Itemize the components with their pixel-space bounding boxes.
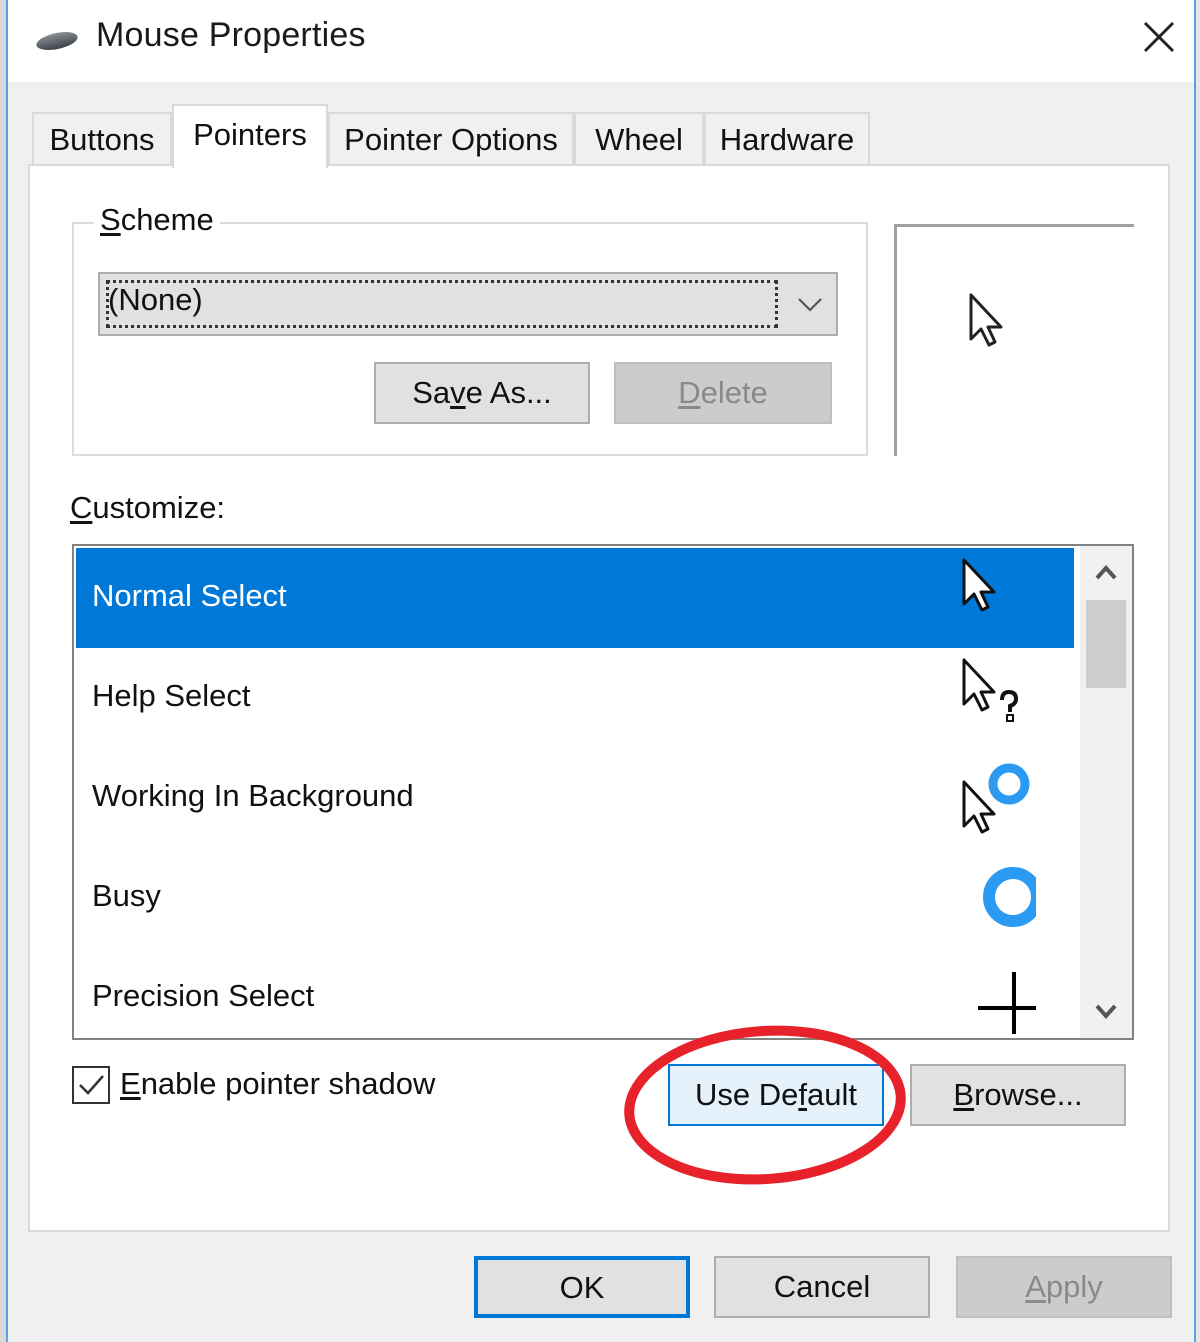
list-item-precision-select[interactable]: Precision Select xyxy=(76,948,1074,1038)
chevron-down-icon xyxy=(798,298,822,312)
tab-label: Wheel xyxy=(595,122,683,157)
apply-button[interactable]: Apply xyxy=(956,1256,1172,1318)
scrollbar-thumb[interactable] xyxy=(1086,600,1126,688)
background-window-edge-right xyxy=(1194,0,1200,1342)
checkmark-icon xyxy=(79,1075,104,1095)
customize-label: Customize: xyxy=(70,490,226,525)
cancel-button[interactable]: Cancel xyxy=(714,1256,930,1318)
window-title: Mouse Properties xyxy=(96,16,366,54)
scheme-dropdown[interactable]: (None) xyxy=(98,272,838,336)
working-cursor-icon xyxy=(962,763,1030,834)
background-window-edge-left xyxy=(0,0,8,1342)
cursor-list[interactable]: Normal Select Help Select Working In Bac… xyxy=(72,544,1134,1040)
mouse-icon xyxy=(36,32,78,50)
checkbox-box[interactable] xyxy=(72,1066,110,1104)
tab-pointer-options[interactable]: Pointer Options xyxy=(328,112,574,166)
tab-wheel[interactable]: Wheel xyxy=(574,112,704,166)
list-item-label: Normal Select xyxy=(92,578,287,613)
tab-label: Buttons xyxy=(49,122,155,157)
list-item-label: Help Select xyxy=(92,678,251,713)
mouse-properties-dialog: Mouse Properties Buttons Pointers Pointe… xyxy=(8,0,1194,1342)
tab-label: Hardware xyxy=(719,122,855,157)
list-item-label: Busy xyxy=(92,878,161,913)
save-as-button[interactable]: Save As... xyxy=(374,362,590,424)
normal-select-arrow-icon xyxy=(969,293,1003,347)
list-item-normal-select[interactable]: Normal Select xyxy=(76,548,1074,648)
scheme-label: Scheme xyxy=(94,202,220,238)
scroll-up-arrow-icon[interactable] xyxy=(1080,546,1132,596)
enable-pointer-shadow-label: Enable pointer shadow xyxy=(120,1066,436,1101)
scheme-selected-value: (None) xyxy=(108,282,203,317)
tab-pointers[interactable]: Pointers xyxy=(172,104,328,168)
browse-button[interactable]: Browse... xyxy=(910,1064,1126,1126)
list-item-label: Precision Select xyxy=(92,978,315,1013)
arrow-cursor-icon xyxy=(962,558,996,612)
list-item-busy[interactable]: Busy xyxy=(76,848,1074,948)
list-item-help-select[interactable]: Help Select xyxy=(76,648,1074,748)
delete-button[interactable]: Delete xyxy=(614,362,832,424)
list-item-label: Working In Background xyxy=(92,778,414,813)
ok-button[interactable]: OK xyxy=(474,1256,690,1318)
crosshair-cursor-icon xyxy=(978,972,1036,1034)
vertical-scrollbar[interactable] xyxy=(1080,546,1132,1038)
busy-cursor-icon xyxy=(983,867,1036,927)
scheme-group: Scheme (None) Save As... Delete xyxy=(72,202,868,456)
tab-hardware[interactable]: Hardware xyxy=(704,112,870,166)
pointers-tab-panel: Scheme (None) Save As... Delete Customiz… xyxy=(28,164,1170,1232)
tab-label: Pointers xyxy=(193,117,307,152)
cursor-preview xyxy=(894,224,1134,456)
title-bar: Mouse Properties xyxy=(8,0,1194,82)
focus-rectangle xyxy=(106,280,778,328)
close-icon[interactable] xyxy=(1134,12,1184,62)
scroll-down-arrow-icon[interactable] xyxy=(1080,988,1132,1038)
tab-buttons[interactable]: Buttons xyxy=(32,112,172,166)
help-cursor-icon xyxy=(962,658,1019,722)
list-item-working-in-background[interactable]: Working In Background xyxy=(76,748,1074,848)
tab-label: Pointer Options xyxy=(344,122,558,157)
use-default-button[interactable]: Use Default xyxy=(668,1064,884,1126)
